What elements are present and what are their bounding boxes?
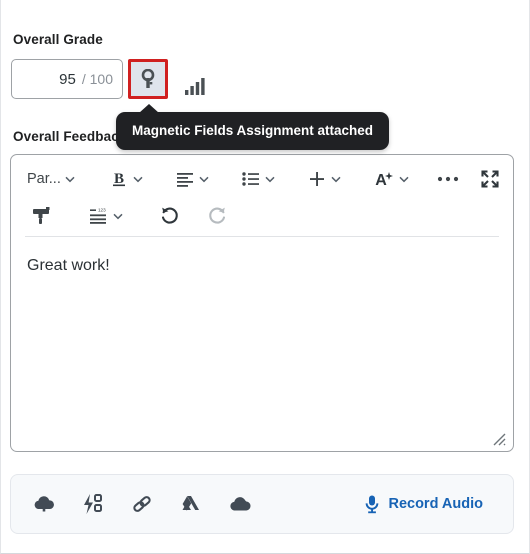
attachment-tooltip: Magnetic Fields Assignment attached (116, 104, 390, 150)
plus-icon (307, 164, 327, 194)
list-button[interactable] (241, 164, 279, 194)
grade-statistics-button[interactable] (178, 62, 212, 96)
editor-toolbar-row-1: Par... B A (11, 160, 513, 197)
record-audio-button[interactable]: Record Audio (364, 494, 495, 514)
bold-icon: B (109, 164, 129, 194)
grade-denominator: / 100 (81, 71, 113, 87)
google-drive-icon[interactable] (176, 489, 206, 519)
chevron-down-icon (263, 172, 277, 186)
quicklink-icon[interactable] (78, 489, 108, 519)
paragraph-format-dropdown[interactable]: Par... (19, 171, 79, 187)
grade-row: 95 / 100 (11, 59, 212, 99)
feedback-editor: Par... B A 123 Great work! (10, 154, 514, 452)
format-painter-icon (31, 205, 53, 227)
upload-cloud-icon[interactable] (29, 489, 59, 519)
line-numbering-icon: 123 (87, 201, 109, 231)
redo-icon (207, 205, 228, 226)
grade-value: 95 (59, 70, 76, 88)
chevron-down-icon (111, 209, 125, 223)
editor-toolbar-row-2: 123 (11, 197, 513, 234)
chevron-down-icon (63, 172, 77, 186)
insert-button[interactable] (307, 164, 345, 194)
svg-text:A: A (375, 172, 387, 189)
chevron-down-icon (397, 172, 411, 186)
link-icon[interactable] (127, 489, 157, 519)
grade-feedback-panel: Overall Grade 95 / 100 Overall Feedback … (0, 0, 530, 554)
editor-resize-handle[interactable] (491, 431, 507, 447)
overall-grade-label: Overall Grade (13, 32, 103, 47)
chevron-down-icon (131, 172, 145, 186)
line-numbering-button[interactable]: 123 (87, 201, 127, 231)
attachment-key-button[interactable] (128, 59, 168, 99)
paragraph-format-label: Par... (27, 170, 61, 187)
fullscreen-button[interactable] (473, 164, 507, 194)
tooltip-arrow (139, 104, 159, 113)
more-options-button[interactable] (433, 164, 463, 194)
align-left-icon (175, 164, 195, 194)
bar-chart-icon (184, 76, 206, 96)
bulleted-list-icon (241, 164, 261, 194)
attachment-icon-group (29, 489, 255, 519)
chevron-down-icon (329, 172, 343, 186)
font-sparkle-icon: A (373, 164, 395, 194)
grade-input[interactable]: 95 / 100 (11, 59, 123, 99)
feedback-text-area[interactable]: Great work! (11, 237, 513, 415)
attachment-toolbar: Record Audio (10, 474, 514, 534)
tooltip-text: Magnetic Fields Assignment attached (132, 123, 374, 138)
undo-icon (159, 205, 180, 226)
chevron-down-icon (197, 172, 211, 186)
format-painter-button[interactable] (25, 201, 59, 231)
overall-feedback-label: Overall Feedback (13, 129, 127, 144)
microphone-icon (364, 494, 380, 514)
ellipsis-icon (437, 175, 459, 183)
redo-button[interactable] (201, 201, 233, 231)
onedrive-icon[interactable] (225, 489, 255, 519)
align-button[interactable] (175, 164, 213, 194)
key-icon (139, 69, 157, 89)
accessibility-check-button[interactable]: A (373, 164, 413, 194)
bold-button[interactable]: B (109, 164, 147, 194)
expand-icon (480, 169, 500, 189)
record-audio-label: Record Audio (388, 496, 483, 512)
svg-text:123: 123 (98, 207, 106, 212)
undo-button[interactable] (153, 201, 185, 231)
